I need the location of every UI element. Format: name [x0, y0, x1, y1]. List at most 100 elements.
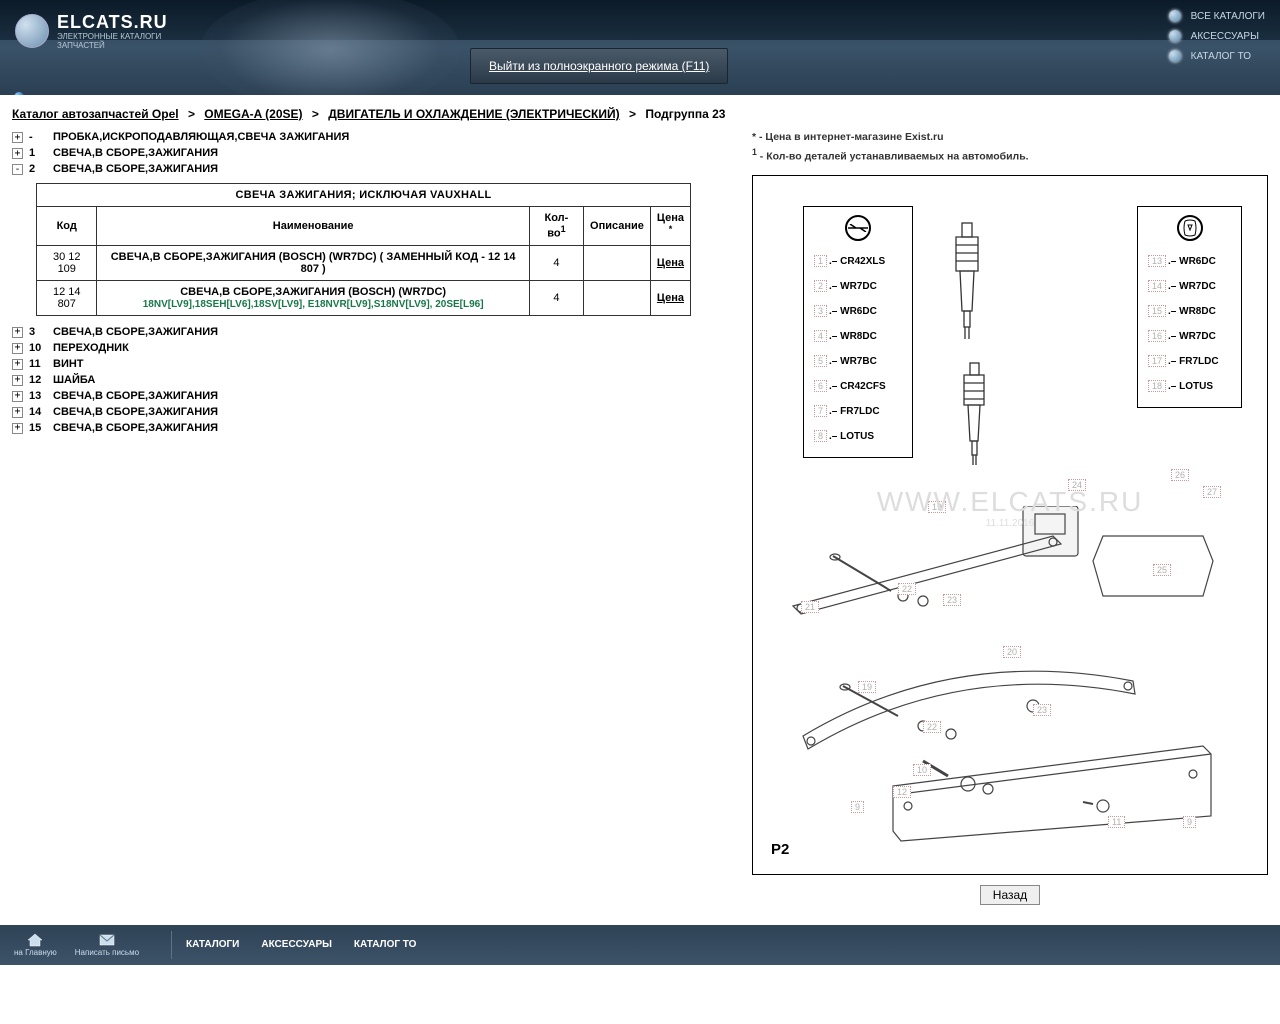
parts-table: СВЕЧА ЗАЖИГАНИЯ; ИСКЛЮЧАЯ VAUXHALL Код Н…	[36, 183, 691, 316]
footer-link-accessories[interactable]: АКСЕССУАРЫ	[261, 939, 332, 950]
tree-item[interactable]: + 12 ШАЙБА	[12, 372, 732, 388]
expand-icon[interactable]: +	[12, 407, 23, 418]
diagram-legend-item[interactable]: 4.– WR8DC	[814, 324, 902, 349]
diagram-legend-item[interactable]: 13.– WR6DC	[1148, 249, 1231, 274]
tree-label: ШАЙБА	[53, 374, 95, 386]
tree-item[interactable]: + 1 СВЕЧА,В СБОРЕ,ЗАЖИГАНИЯ	[12, 145, 732, 161]
opel-logo-icon	[814, 215, 902, 241]
expand-icon[interactable]: +	[12, 391, 23, 402]
header-stripe	[0, 0, 1280, 40]
callout[interactable]: 10	[913, 764, 931, 776]
tree-num: 10	[29, 342, 47, 354]
price-link[interactable]: Цена	[657, 292, 684, 304]
table-row: 30 12 109 СВЕЧА,В СБОРЕ,ЗАЖИГАНИЯ (BOSCH…	[37, 245, 691, 280]
diagram-legend-item[interactable]: 1.– CR42XLS	[814, 249, 902, 274]
tree-item[interactable]: - 2 СВЕЧА,В СБОРЕ,ЗАЖИГАНИЯ	[12, 161, 732, 177]
diagram-legend-item[interactable]: 15.– WR8DC	[1148, 299, 1231, 324]
expand-icon[interactable]: +	[12, 132, 23, 143]
tree-num: -	[29, 131, 47, 143]
tree-item[interactable]: + 15 СВЕЧА,В СБОРЕ,ЗАЖИГАНИЯ	[12, 420, 732, 436]
callout[interactable]: 21	[801, 601, 819, 613]
callout[interactable]: 20	[1003, 646, 1021, 658]
diagram-legend-item[interactable]: 2.– WR7DC	[814, 274, 902, 299]
callout[interactable]: 9	[1183, 816, 1196, 828]
note-qty: 1 - Кол-во деталей устанавливаемых на ав…	[752, 145, 1268, 165]
tree-num: 11	[29, 358, 47, 370]
nav-catalog-to[interactable]: КАТАЛОГ ТО	[1149, 46, 1265, 66]
collapse-icon[interactable]: -	[12, 164, 23, 175]
tree-num: 13	[29, 390, 47, 402]
callout[interactable]: 24	[1068, 479, 1086, 491]
callout[interactable]: 25	[1153, 564, 1171, 576]
tree-item[interactable]: + 11 ВИНТ	[12, 356, 732, 372]
left-column: + - ПРОБКА,ИСКРОПОДАВЛЯЮЩАЯ,СВЕЧА ЗАЖИГА…	[12, 129, 732, 905]
tree-item[interactable]: + 10 ПЕРЕХОДНИК	[12, 340, 732, 356]
tree-label: СВЕЧА,В СБОРЕ,ЗАЖИГАНИЯ	[53, 422, 218, 434]
watermark-date: 11.11.2016	[986, 518, 1035, 529]
logo[interactable]: ELCATS.RU ЭЛЕКТРОННЫЕ КАТАЛОГИ ЗАПЧАСТЕЙ	[15, 12, 168, 51]
nav-bullet-icon	[1169, 50, 1181, 62]
decorative-dot-icon	[14, 92, 24, 95]
exit-fullscreen-button[interactable]: Выйти из полноэкранного режима (F11)	[470, 48, 728, 84]
diagram-legend-right: 13.– WR6DC14.– WR7DC15.– WR8DC16.– WR7DC…	[1137, 206, 1242, 408]
breadcrumb-model[interactable]: OMEGA-A (20SE)	[204, 107, 302, 121]
tree-item[interactable]: + 13 СВЕЧА,В СБОРЕ,ЗАЖИГАНИЯ	[12, 388, 732, 404]
tree-label: СВЕЧА,В СБОРЕ,ЗАЖИГАНИЯ	[53, 147, 218, 159]
cell-price: Цена	[650, 280, 690, 315]
callout[interactable]: 23	[1033, 704, 1051, 716]
diagram-legend-item[interactable]: 6.– CR42CFS	[814, 374, 902, 399]
breadcrumb-current: Подгруппа 23	[645, 107, 725, 121]
diagram-legend-item[interactable]: 7.– FR7LDC	[814, 399, 902, 424]
footer-separator	[171, 931, 172, 959]
callout[interactable]: 27	[1203, 486, 1221, 498]
back-button[interactable]: Назад	[980, 885, 1040, 905]
breadcrumb-separator: >	[629, 107, 636, 121]
tree-item[interactable]: + 3 СВЕЧА,В СБОРЕ,ЗАЖИГАНИЯ	[12, 324, 732, 340]
tree-num: 12	[29, 374, 47, 386]
diagram-legend-item[interactable]: 16.– WR7DC	[1148, 324, 1231, 349]
diagram-legend-item[interactable]: 18.– LOTUS	[1148, 374, 1231, 399]
diagram-legend-item[interactable]: 14.– WR7DC	[1148, 274, 1231, 299]
diagram-legend-item[interactable]: 8.– LOTUS	[814, 424, 902, 449]
breadcrumb-catalog[interactable]: Каталог автозапчастей Opel	[12, 107, 179, 121]
footer-home[interactable]: на Главную	[14, 933, 57, 957]
tree-num: 1	[29, 147, 47, 159]
callout[interactable]: 22	[923, 721, 941, 733]
callout[interactable]: 9	[851, 801, 864, 813]
callout[interactable]: 19	[858, 681, 876, 693]
tree-item[interactable]: + - ПРОБКА,ИСКРОПОДАВЛЯЮЩАЯ,СВЕЧА ЗАЖИГА…	[12, 129, 732, 145]
callout[interactable]: 19	[928, 501, 946, 513]
breadcrumb-group[interactable]: ДВИГАТЕЛЬ И ОХЛАЖДЕНИЕ (ЭЛЕКТРИЧЕСКИЙ)	[328, 107, 619, 121]
tree-item[interactable]: + 14 СВЕЧА,В СБОРЕ,ЗАЖИГАНИЯ	[12, 404, 732, 420]
expand-icon[interactable]: +	[12, 375, 23, 386]
price-link[interactable]: Цена	[657, 257, 684, 269]
diagram-legend-item[interactable]: 3.– WR6DC	[814, 299, 902, 324]
callout[interactable]: 26	[1171, 469, 1189, 481]
expand-icon[interactable]: +	[12, 359, 23, 370]
footer: на Главную Написать письмо КАТАЛОГИ АКСЕ…	[0, 925, 1280, 965]
nav-accessories[interactable]: АКСЕССУАРЫ	[1149, 26, 1265, 46]
sparkplug-sketch-icon	[948, 361, 1003, 481]
footer-link-catalogs[interactable]: КАТАЛОГИ	[186, 939, 239, 950]
expand-icon[interactable]: +	[12, 423, 23, 434]
callout[interactable]: 22	[898, 583, 916, 595]
cell-desc	[584, 245, 651, 280]
tree-label: СВЕЧА,В СБОРЕ,ЗАЖИГАНИЯ	[53, 163, 218, 175]
header: ELCATS.RU ЭЛЕКТРОННЫЕ КАТАЛОГИ ЗАПЧАСТЕЙ…	[0, 0, 1280, 95]
tree-label: ПЕРЕХОДНИК	[53, 342, 129, 354]
callout[interactable]: 11	[1108, 816, 1125, 828]
diagram-legend-item[interactable]: 17.– FR7LDC	[1148, 349, 1231, 374]
expand-icon[interactable]: +	[12, 343, 23, 354]
tree-label: СВЕЧА,В СБОРЕ,ЗАЖИГАНИЯ	[53, 406, 218, 418]
expand-icon[interactable]: +	[12, 148, 23, 159]
th-name: Наименование	[97, 207, 529, 246]
expand-icon[interactable]: +	[12, 327, 23, 338]
nav-all-catalogs[interactable]: ВСЕ КАТАЛОГИ	[1149, 6, 1265, 26]
callout[interactable]: 12	[893, 786, 911, 798]
footer-link-catalog-to[interactable]: КАТАЛОГ ТО	[354, 939, 417, 950]
top-nav: ВСЕ КАТАЛОГИ АКСЕССУАРЫ КАТАЛОГ ТО	[1149, 6, 1265, 66]
logo-title: ELCATS.RU	[57, 12, 168, 33]
callout[interactable]: 23	[943, 594, 961, 606]
footer-mail[interactable]: Написать письмо	[75, 933, 139, 957]
diagram-legend-item[interactable]: 5.– WR7BC	[814, 349, 902, 374]
